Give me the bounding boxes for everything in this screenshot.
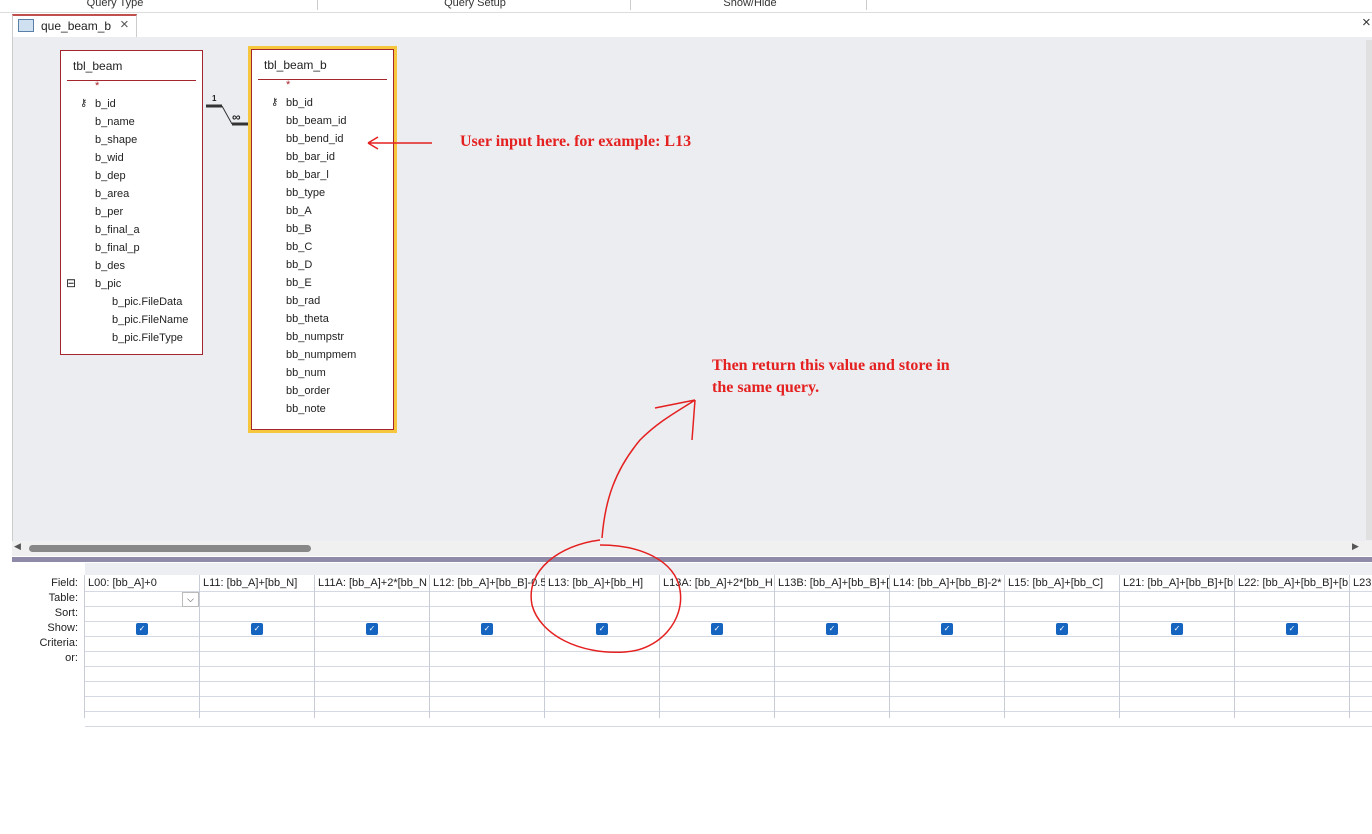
curved-arrow-annotation [601, 399, 696, 539]
return-note-line1: Then return this value and store in [712, 357, 950, 374]
return-note-line2: the same query. [712, 379, 820, 396]
circle-annotation [530, 539, 682, 654]
arrow-annotation [367, 136, 432, 150]
annotation-layer [367, 136, 696, 654]
input-note: User input here. for example: L13 [460, 133, 692, 150]
